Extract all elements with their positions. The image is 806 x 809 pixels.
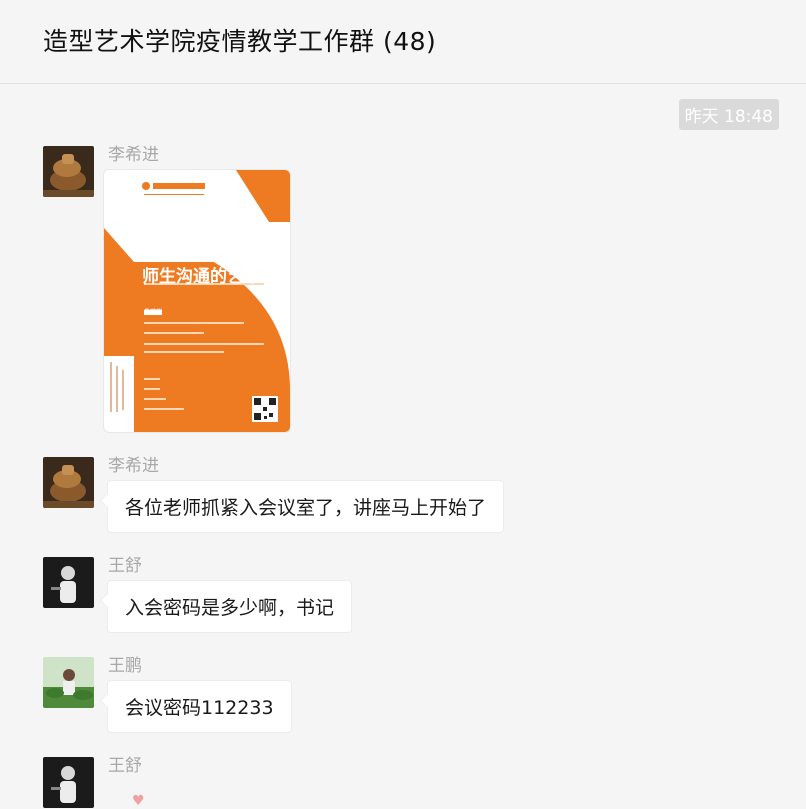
avatar[interactable] (43, 457, 94, 508)
avatar[interactable] (43, 146, 94, 197)
chat-title: 造型艺术学院疫情教学工作群 (48) (43, 27, 437, 56)
sender-name: 李希进 (108, 145, 159, 165)
sender-name: 王鹏 (108, 656, 142, 676)
sender-name: 王舒 (108, 556, 142, 576)
heart-emoji-icon: ♥ (132, 793, 145, 809)
message-bubble[interactable]: 会议密码112233 (107, 680, 292, 733)
chat-header: 造型艺术学院疫情教学工作群 (48) (0, 0, 806, 84)
poster-speaker: 黄鹂群 (144, 309, 163, 316)
poster-title: 师生沟通的艺术 (142, 267, 261, 287)
avatar[interactable] (43, 657, 94, 708)
avatar[interactable] (43, 757, 94, 808)
image-message[interactable]: 师生沟通的艺术 黄鹂群 (103, 169, 291, 433)
message-timestamp: 昨天 18:48 (678, 99, 779, 130)
sender-name: 李希进 (108, 456, 159, 476)
message-bubble[interactable]: 入会密码是多少啊，书记 (107, 580, 353, 633)
message-bubble[interactable]: 各位老师抓紧入会议室了，讲座马上开始了 (107, 480, 505, 533)
avatar[interactable] (43, 557, 94, 608)
sender-name: 王舒 (108, 756, 142, 776)
